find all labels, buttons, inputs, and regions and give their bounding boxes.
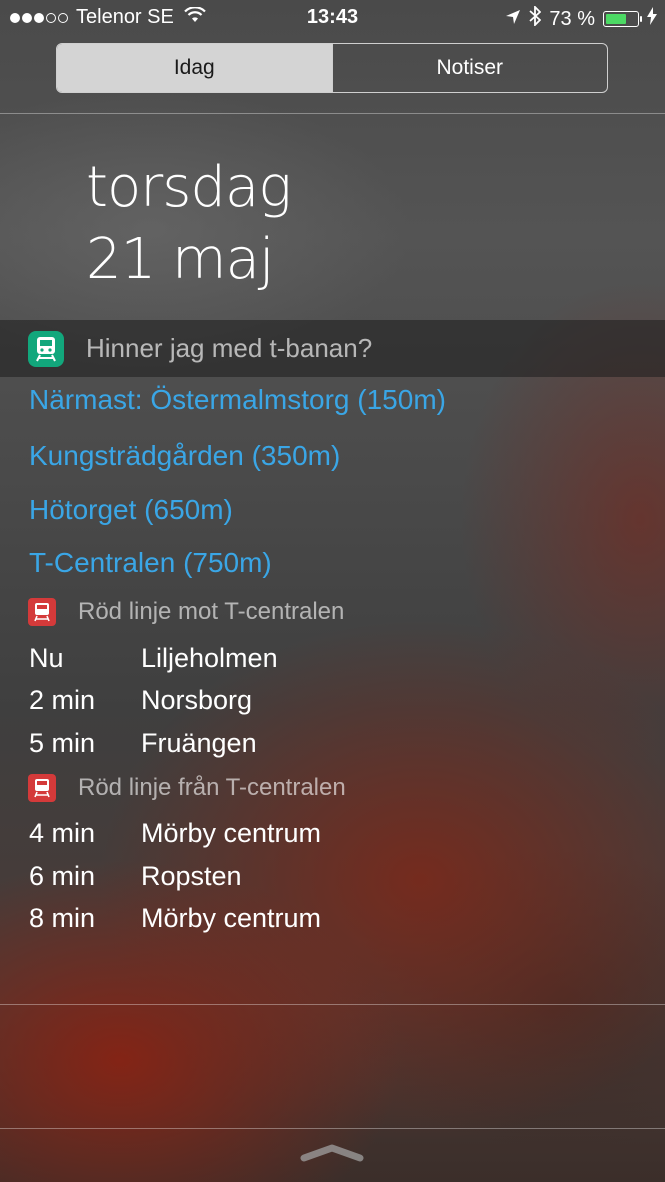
footer-divider: [0, 1128, 665, 1129]
departure-row: Nu Liljeholmen: [29, 643, 278, 674]
train-icon: [28, 330, 64, 367]
departure-time: 2 min: [29, 685, 96, 715]
departure-time: Nu: [29, 643, 64, 673]
status-right: 73 %: [505, 4, 657, 32]
day-month: 21 maj: [86, 227, 274, 292]
station-link[interactable]: Hötorget (650m): [29, 494, 233, 526]
widget-title: Hinner jag med t-banan?: [86, 333, 373, 363]
location-arrow-icon: [505, 8, 521, 31]
line-label: Röd linje från T-centralen: [78, 774, 346, 801]
departure-destination: Norsborg: [141, 685, 253, 715]
station-link[interactable]: Kungsträdgården (350m): [29, 440, 340, 472]
status-bar: Telenor SE 13:43 73 %: [0, 0, 665, 36]
subway-line-icon: [28, 774, 56, 802]
departure-time: 6 min: [29, 861, 96, 891]
widget-header[interactable]: Hinner jag med t-banan?: [0, 320, 665, 377]
header-divider: [0, 113, 665, 114]
departure-time: 8 min: [29, 903, 96, 933]
departure-row: 4 min Mörby centrum: [29, 818, 321, 849]
departure-destination: Mörby centrum: [141, 903, 322, 933]
station-link[interactable]: T-Centralen (750m): [29, 547, 272, 579]
line-label: Röd linje mot T-centralen: [78, 598, 345, 625]
bluetooth-icon: [529, 4, 542, 32]
today-notifications-segmented-control: Idag Notiser: [56, 43, 608, 93]
departure-row: 5 min Fruängen: [29, 728, 257, 759]
line-header: Röd linje mot T-centralen: [28, 598, 344, 626]
tab-notifications[interactable]: Notiser: [331, 44, 608, 92]
departure-row: 8 min Mörby centrum: [29, 903, 321, 934]
departure-destination: Ropsten: [141, 861, 242, 891]
departure-destination: Fruängen: [141, 728, 257, 758]
departure-time: 4 min: [29, 818, 96, 848]
tab-today[interactable]: Idag: [57, 44, 332, 92]
subway-line-icon: [28, 598, 56, 626]
line-header: Röd linje från T-centralen: [28, 774, 346, 802]
departure-destination: Mörby centrum: [141, 818, 322, 848]
departure-destination: Liljeholmen: [141, 643, 278, 673]
weekday: torsdag: [86, 155, 292, 220]
pull-up-handle-icon[interactable]: [300, 1142, 364, 1166]
battery-icon: [603, 11, 642, 27]
battery-percent: 73 %: [549, 7, 595, 30]
departure-row: 2 min Norsborg: [29, 685, 252, 716]
departure-time: 5 min: [29, 728, 96, 758]
departure-row: 6 min Ropsten: [29, 861, 242, 892]
charging-bolt-icon: [647, 7, 657, 31]
date-display: torsdag 21 maj: [86, 152, 292, 296]
widget-bottom-divider: [0, 1004, 665, 1005]
station-link[interactable]: Närmast: Östermalmstorg (150m): [29, 384, 446, 416]
